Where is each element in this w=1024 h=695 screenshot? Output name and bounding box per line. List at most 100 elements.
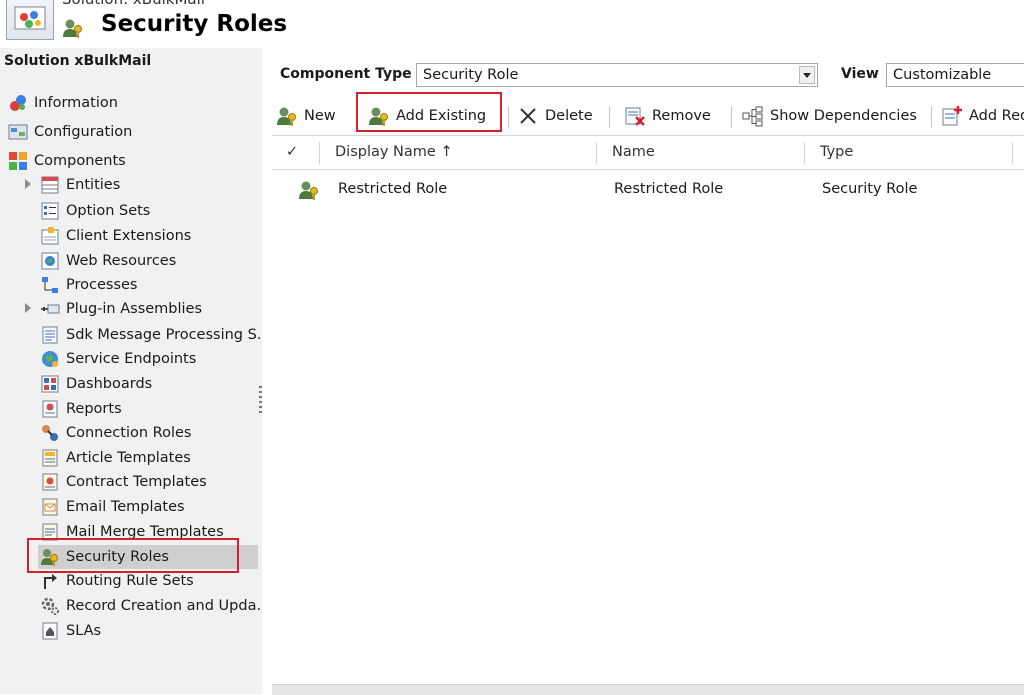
solution-sidebar: Solution xBulkMail Information Configura…: [0, 48, 262, 694]
column-header-display-name[interactable]: Display Name ↑: [335, 144, 453, 160]
sidebar-item-label: Sdk Message Processing S...: [66, 327, 262, 343]
entities-icon: [41, 176, 59, 194]
sidebar-item-label: Record Creation and Upda...: [66, 598, 262, 614]
delete-x-icon: [520, 108, 536, 124]
view-label: View: [841, 66, 879, 82]
configuration-icon: [8, 124, 28, 140]
sidebar-item-components[interactable]: Components: [8, 149, 126, 173]
cell-type: Security Role: [822, 181, 918, 197]
expand-arrow-icon[interactable]: [25, 303, 31, 313]
view-value: Customizable: [893, 67, 992, 83]
sidebar-item-information[interactable]: Information: [8, 91, 118, 115]
column-header-type[interactable]: Type: [820, 144, 853, 160]
sidebar-item-web-resources[interactable]: Web Resources: [40, 249, 176, 273]
sidebar-item-label: Article Templates: [66, 450, 191, 466]
sidebar-title: Solution xBulkMail: [4, 53, 152, 69]
client-extensions-icon: [41, 227, 59, 245]
remove-button-label: Remove: [652, 108, 711, 124]
view-select[interactable]: Customizable: [886, 63, 1024, 87]
sidebar-item-label: Dashboards: [66, 376, 153, 392]
sidebar-item-sdk-message-processing[interactable]: Sdk Message Processing S...: [40, 323, 262, 347]
web-resources-icon: [41, 252, 59, 270]
main-content: Component Type Security Role View Custom…: [272, 48, 1024, 695]
grid-header: ✓ Display Name ↑ Name Type: [272, 135, 1024, 170]
sidebar-item-article-templates[interactable]: Article Templates: [40, 446, 191, 470]
security-role-new-icon: [277, 107, 296, 126]
page-title: Security Roles: [101, 11, 288, 37]
column-header-name[interactable]: Name: [612, 144, 655, 160]
sidebar-item-label: Contract Templates: [66, 474, 207, 490]
toolbar-separator: [731, 106, 732, 128]
sidebar-item-routing-rule-sets[interactable]: Routing Rule Sets: [40, 569, 194, 593]
security-roles-highlight-box: [27, 538, 239, 573]
sidebar-item-label: Client Extensions: [66, 228, 192, 244]
sidebar-item-entities[interactable]: Entities: [25, 173, 121, 197]
solution-subtitle: Solution: xBulkMail: [62, 0, 205, 8]
chevron-down-icon[interactable]: [799, 66, 815, 84]
sidebar-item-label: Reports: [66, 401, 122, 417]
select-all-checkmark-icon[interactable]: ✓: [286, 144, 298, 160]
sidebar-item-connection-roles[interactable]: Connection Roles: [40, 421, 191, 445]
horizontal-scrollbar[interactable]: [272, 684, 1024, 695]
sidebar-item-label: Routing Rule Sets: [66, 573, 194, 589]
show-dependencies-button[interactable]: Show Dependencies: [742, 102, 917, 130]
page-header: Solution: xBulkMail Security Roles: [0, 0, 1024, 48]
column-separator[interactable]: [1012, 142, 1013, 164]
connection-roles-icon: [42, 425, 58, 441]
sidebar-item-slas[interactable]: SLAs: [40, 619, 101, 643]
sdk-message-icon: [42, 326, 58, 344]
email-templates-icon: [42, 498, 58, 516]
sidebar-item-record-creation[interactable]: Record Creation and Upda...: [40, 594, 262, 618]
information-icon: [10, 95, 26, 111]
slas-icon: [42, 622, 58, 640]
remove-button[interactable]: Remove: [624, 102, 711, 130]
new-button-label: New: [304, 108, 336, 124]
column-separator[interactable]: [596, 142, 597, 164]
dashboards-icon: [41, 375, 59, 393]
add-required-components-button[interactable]: Add Required Components: [941, 102, 1024, 130]
sidebar-item-label: Option Sets: [66, 203, 151, 219]
sidebar-item-contract-templates[interactable]: Contract Templates: [40, 470, 207, 494]
delete-button[interactable]: Delete: [517, 102, 593, 130]
sidebar-item-label: Configuration: [34, 124, 133, 140]
sidebar-item-configuration[interactable]: Configuration: [8, 120, 132, 144]
sidebar-item-label: Web Resources: [66, 253, 177, 269]
component-type-select[interactable]: Security Role: [416, 63, 818, 87]
sidebar-item-label: Email Templates: [66, 499, 185, 515]
sidebar-item-service-endpoints[interactable]: Service Endpoints: [40, 347, 196, 371]
sidebar-splitter-handle[interactable]: [259, 386, 262, 414]
sidebar-item-label: Information: [34, 95, 118, 111]
sidebar-item-plugin-assemblies[interactable]: Plug-in Assemblies: [25, 297, 203, 321]
contract-templates-icon: [42, 473, 58, 491]
add-required-icon: [942, 106, 962, 126]
cell-display-name[interactable]: Restricted Role: [338, 181, 447, 197]
routing-rule-sets-icon: [44, 574, 57, 589]
sidebar-item-label: Connection Roles: [66, 425, 192, 441]
cell-name: Restricted Role: [614, 181, 724, 197]
component-type-label: Component Type: [280, 66, 412, 82]
sidebar-item-label: Entities: [66, 177, 121, 193]
sidebar-item-reports[interactable]: Reports: [40, 397, 122, 421]
option-sets-icon: [41, 202, 59, 220]
sidebar-item-label: Components: [34, 153, 126, 169]
sidebar-item-option-sets[interactable]: Option Sets: [40, 199, 150, 223]
solution-icon: [6, 0, 54, 40]
sidebar-item-dashboards[interactable]: Dashboards: [40, 372, 152, 396]
sidebar-item-client-extensions[interactable]: Client Extensions: [40, 224, 191, 248]
service-endpoints-icon: [42, 351, 58, 367]
add-existing-highlight-box: [356, 92, 502, 132]
column-separator[interactable]: [804, 142, 805, 164]
sidebar-item-label: Processes: [66, 277, 138, 293]
toolbar-separator: [609, 106, 610, 128]
sidebar-item-label: Plug-in Assemblies: [66, 301, 203, 317]
table-row[interactable]: Restricted Role Restricted Role Security…: [272, 170, 1024, 210]
components-icon: [9, 152, 27, 170]
new-button[interactable]: New: [276, 102, 336, 130]
column-separator[interactable]: [319, 142, 320, 164]
expand-arrow-icon[interactable]: [25, 179, 31, 189]
add-required-button-label: Add Required Components: [969, 108, 1024, 124]
sidebar-item-email-templates[interactable]: Email Templates: [40, 495, 185, 519]
sidebar-item-processes[interactable]: Processes: [40, 273, 137, 297]
toolbar-separator: [508, 106, 509, 128]
toolbar: New Add Existing Delete Remove Show Depe…: [272, 92, 1024, 132]
